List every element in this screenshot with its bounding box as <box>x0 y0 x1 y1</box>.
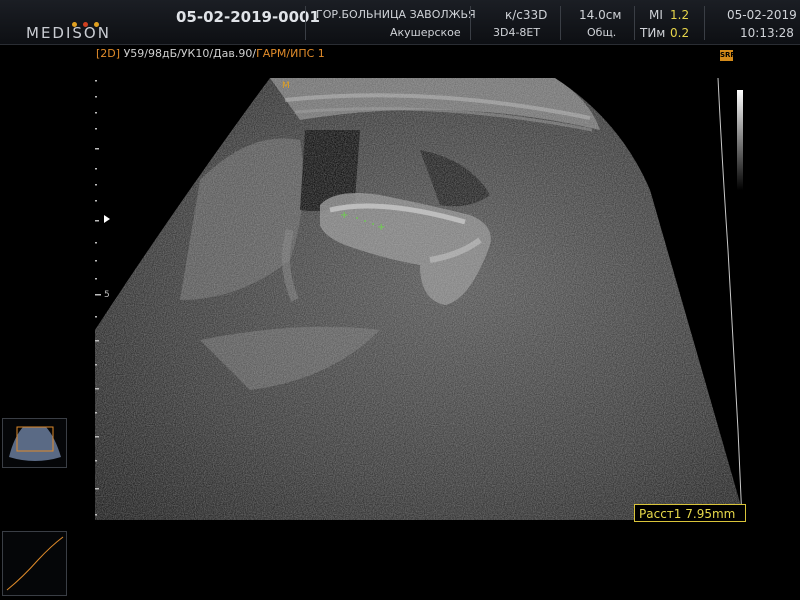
sector-thumbnail-icon <box>9 426 61 461</box>
gamma-curve-thumbnail[interactable] <box>2 531 67 596</box>
depth-label-5: 5 <box>104 290 110 300</box>
caliper-start-icon[interactable]: + <box>340 210 348 221</box>
focus-position-icon[interactable] <box>104 215 110 223</box>
measurement-value: 7.95mm <box>685 507 736 521</box>
measurement-label: Расст1 <box>639 507 682 521</box>
scan-sector <box>95 78 745 520</box>
curve-icon <box>6 536 64 591</box>
caliper-end-icon[interactable]: + <box>377 222 385 233</box>
grayscale-bar <box>737 90 743 190</box>
probe-orientation-thumbnail[interactable] <box>2 418 67 468</box>
measurement-result: Расст1 7.95mm <box>634 504 746 522</box>
focus-marker: M <box>282 81 290 91</box>
